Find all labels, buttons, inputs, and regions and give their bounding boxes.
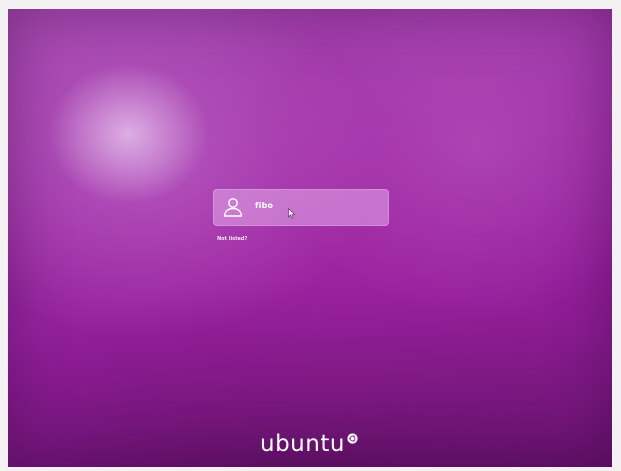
ubuntu-logo: ubuntu bbox=[260, 430, 358, 460]
mouse-pointer-icon bbox=[288, 208, 296, 219]
username-label: fibo bbox=[255, 201, 274, 210]
login-screen: fibo Not listed? ubuntu bbox=[8, 9, 612, 467]
not-listed-link[interactable]: Not listed? bbox=[217, 236, 247, 242]
user-entry-fibo[interactable]: fibo bbox=[213, 189, 389, 226]
user-avatar-icon bbox=[223, 198, 243, 217]
ubuntu-wordmark: ubuntu bbox=[260, 431, 345, 457]
circle-of-friends-icon bbox=[347, 433, 358, 444]
photo-frame: fibo Not listed? ubuntu bbox=[0, 0, 621, 471]
screen-vignette bbox=[8, 9, 612, 467]
